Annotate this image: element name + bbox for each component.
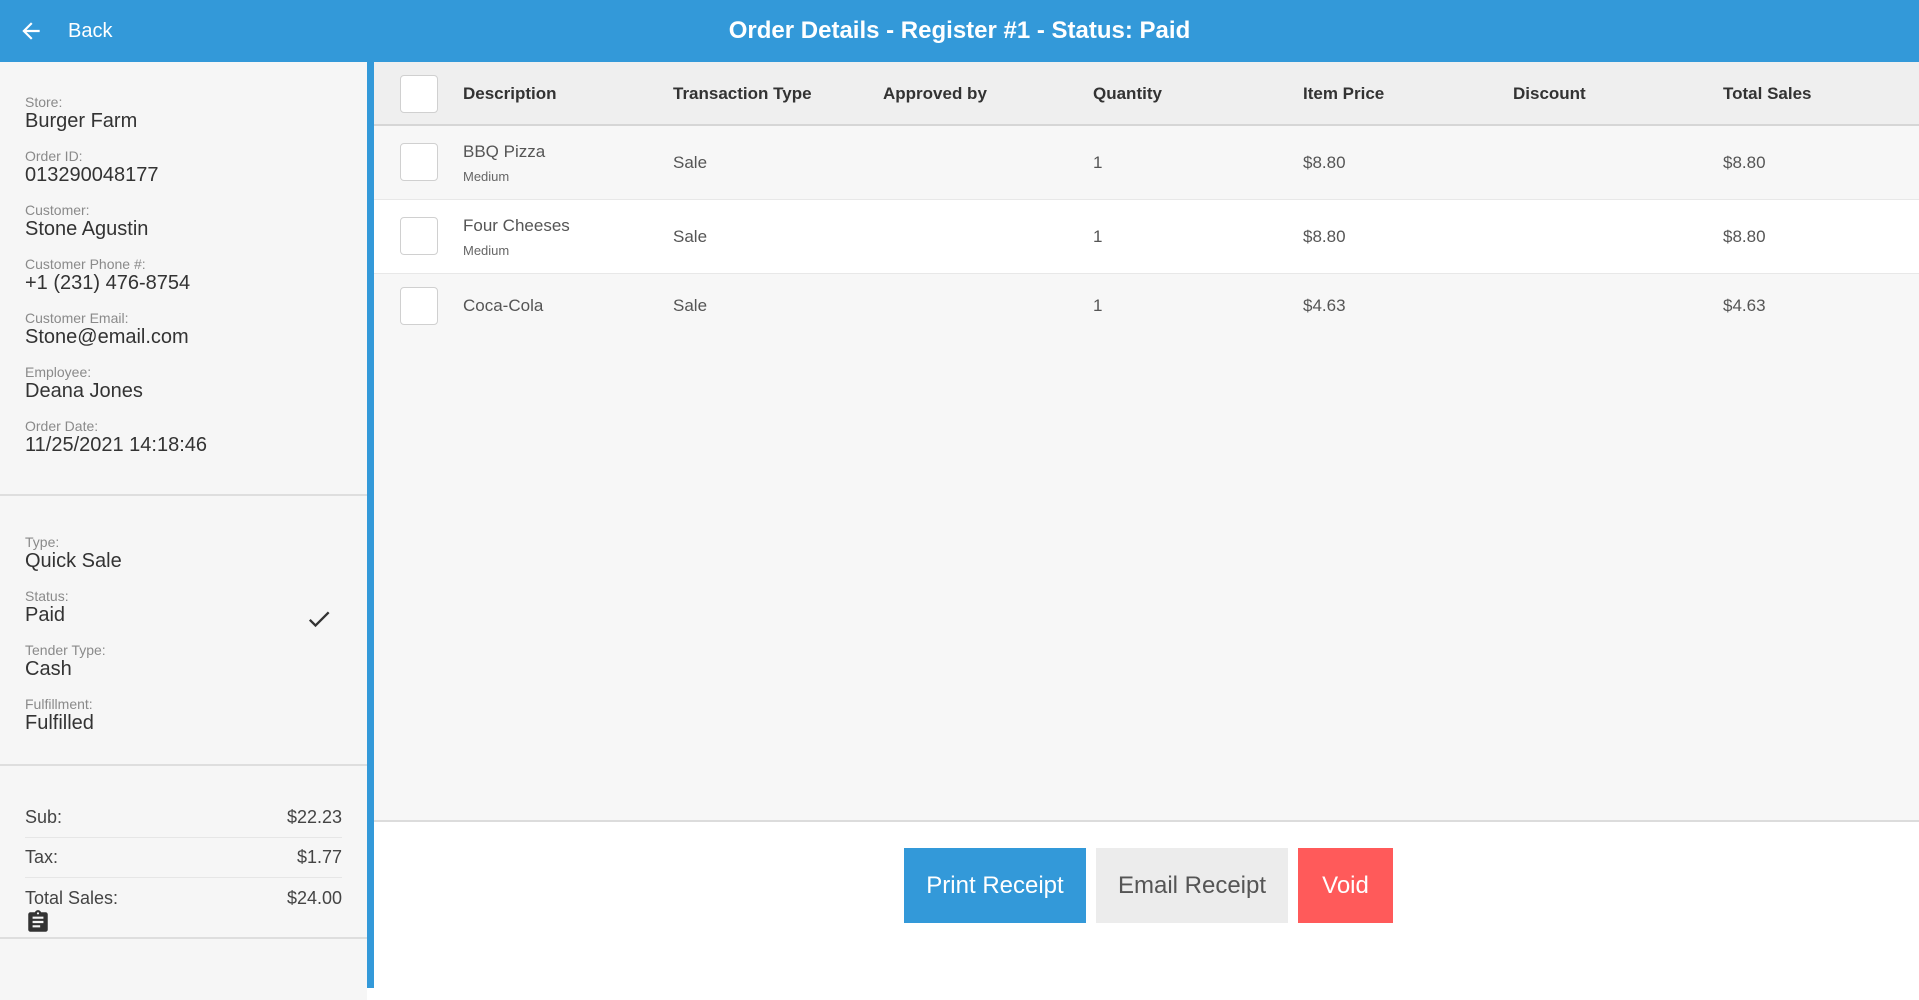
customer-phone-value: +1 (231) 476-8754 <box>25 272 191 294</box>
row-checkbox[interactable] <box>400 143 438 181</box>
field-customer-phone: Customer Phone #: +1 (231) 476-8754 <box>25 256 342 295</box>
order-items-table: Description Transaction Type Approved by… <box>374 62 1919 822</box>
item-description: Coca-Cola <box>463 296 544 315</box>
order-info-section: Store: Burger Farm Order ID: 01329004817… <box>0 62 367 496</box>
column-header-item-price[interactable]: Item Price <box>1303 62 1384 126</box>
fulfillment-value: Fulfilled <box>25 712 94 734</box>
order-id-value: 013290048177 <box>25 164 159 186</box>
employee-value: Deana Jones <box>25 380 143 402</box>
item-transaction-type: Sale <box>673 153 708 172</box>
table-header: Description Transaction Type Approved by… <box>374 62 1919 126</box>
field-label: Customer Phone #: <box>25 256 146 272</box>
subtotal-row: Sub: $22.23 <box>25 798 342 838</box>
field-customer: Customer: Stone Agustin <box>25 202 342 241</box>
field-customer-email: Customer Email: Stone@email.com <box>25 310 342 349</box>
customer-value: Stone Agustin <box>25 218 149 240</box>
total-sales-value: $24.00 <box>286 887 342 908</box>
void-button[interactable]: Void <box>1298 848 1393 923</box>
table-row[interactable]: BBQ Pizza Medium Sale 1 $8.80 $8.80 <box>374 126 1919 200</box>
item-quantity: 1 <box>1093 296 1103 315</box>
customer-email-value: Stone@email.com <box>25 326 189 348</box>
row-checkbox[interactable] <box>400 217 438 255</box>
column-header-quantity[interactable]: Quantity <box>1093 62 1162 126</box>
item-quantity: 1 <box>1093 227 1103 246</box>
field-label: Status: <box>25 588 69 604</box>
tax-row: Tax: $1.77 <box>25 838 342 878</box>
item-modifier: Medium <box>463 243 510 258</box>
order-date-value: 11/25/2021 14:18:46 <box>25 434 208 456</box>
tender-type-value: Cash <box>25 658 72 680</box>
table-row[interactable]: Four Cheeses Medium Sale 1 $8.80 $8.80 <box>374 200 1919 274</box>
column-header-total-sales[interactable]: Total Sales <box>1723 62 1812 126</box>
field-label: Order Date: <box>25 418 99 434</box>
row-checkbox[interactable] <box>400 287 438 325</box>
item-price: $8.80 <box>1303 153 1346 172</box>
clipboard-icon[interactable] <box>25 908 51 936</box>
field-order-id: Order ID: 013290048177 <box>25 148 342 187</box>
item-transaction-type: Sale <box>673 296 708 315</box>
type-value: Quick Sale <box>25 550 122 572</box>
item-total: $8.80 <box>1723 227 1766 246</box>
field-order-date: Order Date: 11/25/2021 14:18:46 <box>25 418 342 457</box>
field-type: Type: Quick Sale <box>25 534 342 573</box>
select-all-checkbox[interactable] <box>400 75 438 113</box>
item-total: $8.80 <box>1723 153 1766 172</box>
total-sales-label: Total Sales: <box>25 887 119 908</box>
sidebar-scrollbar[interactable] <box>367 62 374 988</box>
tax-label: Tax: <box>25 847 59 867</box>
column-header-transaction-type[interactable]: Transaction Type <box>673 62 812 126</box>
status-value: Paid <box>25 604 66 626</box>
email-receipt-button[interactable]: Email Receipt <box>1096 848 1288 923</box>
field-label: Order ID: <box>25 148 83 164</box>
status-info-section: Type: Quick Sale Status: Paid Tender Typ… <box>0 496 367 766</box>
column-header-discount[interactable]: Discount <box>1513 62 1586 126</box>
page-title: Order Details - Register #1 - Status: Pa… <box>728 17 1191 44</box>
field-label: Store: <box>25 94 63 110</box>
item-price: $4.63 <box>1303 296 1346 315</box>
subtotal-value: $22.23 <box>286 807 342 827</box>
print-receipt-button[interactable]: Print Receipt <box>904 848 1086 923</box>
item-quantity: 1 <box>1093 153 1103 172</box>
item-description: BBQ Pizza <box>463 142 546 161</box>
field-label: Tender Type: <box>25 642 106 658</box>
order-sidebar: Store: Burger Farm Order ID: 01329004817… <box>0 62 367 1000</box>
header-bar: Back Order Details - Register #1 - Statu… <box>0 0 1919 62</box>
field-label: Customer Email: <box>25 310 129 326</box>
field-tender-type: Tender Type: Cash <box>25 642 342 681</box>
item-modifier: Medium <box>463 169 510 184</box>
action-bar: Print Receipt Email Receipt Void <box>374 822 1919 1000</box>
subtotal-label: Sub: <box>25 807 63 827</box>
table-row[interactable]: Coca-Cola Sale 1 $4.63 $4.63 <box>374 274 1919 338</box>
field-label: Employee: <box>25 364 92 380</box>
totals-section: Sub: $22.23 Tax: $1.77 Total Sales: $24.… <box>0 766 367 939</box>
field-store: Store: Burger Farm <box>25 94 342 133</box>
field-employee: Employee: Deana Jones <box>25 364 342 403</box>
tax-value: $1.77 <box>296 847 342 867</box>
field-status: Status: Paid <box>25 588 342 627</box>
field-fulfillment: Fulfillment: Fulfilled <box>25 696 342 735</box>
total-sales-row: Total Sales: $24.00 <box>25 878 342 918</box>
item-description: Four Cheeses <box>463 216 570 235</box>
item-total: $4.63 <box>1723 296 1766 315</box>
field-label: Type: <box>25 534 60 550</box>
check-icon <box>308 611 330 628</box>
store-value: Burger Farm <box>25 110 138 132</box>
item-price: $8.80 <box>1303 227 1346 246</box>
column-header-description[interactable]: Description <box>463 62 557 126</box>
field-label: Fulfillment: <box>25 696 93 712</box>
field-label: Customer: <box>25 202 90 218</box>
column-header-approved-by[interactable]: Approved by <box>883 62 987 126</box>
item-transaction-type: Sale <box>673 227 708 246</box>
